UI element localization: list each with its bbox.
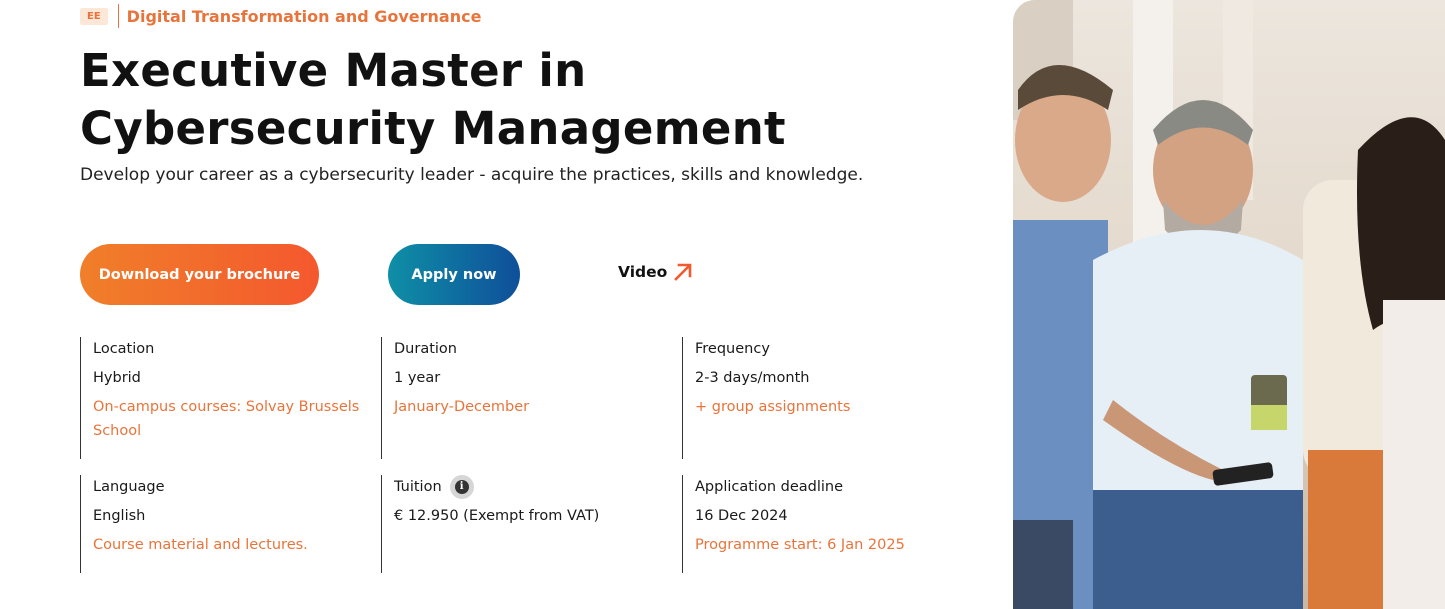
info-deadline-value: 16 Dec 2024 [695, 508, 788, 524]
programme-tag: EE [80, 7, 108, 25]
page-subtitle: Develop your career as a cybersecurity l… [80, 165, 864, 185]
info-location-label: Location [93, 341, 155, 357]
info-icon[interactable]: i [449, 475, 474, 499]
info-deadline: Application deadline 16 Dec 2024 Program… [682, 475, 983, 573]
programme-info-grid: Location Hybrid On-campus courses: Solva… [80, 337, 985, 573]
info-language-label: Language [93, 479, 165, 495]
info-location: Location Hybrid On-campus courses: Solva… [80, 337, 381, 459]
info-language: Language English Course material and lec… [80, 475, 381, 573]
info-frequency-note: + group assignments [695, 399, 851, 415]
apply-now-button[interactable]: Apply now [388, 244, 520, 305]
page-title: Executive Master in Cybersecurity Manage… [80, 44, 786, 155]
breadcrumb: EE Digital Transformation and Governance [80, 4, 481, 28]
info-location-note: On-campus courses: Solvay Brussels Schoo… [93, 399, 360, 439]
info-frequency-value: 2-3 days/month [695, 370, 810, 386]
video-link-label: Video [618, 263, 668, 281]
info-deadline-label: Application deadline [695, 479, 844, 495]
breadcrumb-divider [117, 4, 119, 28]
info-duration-label: Duration [394, 341, 457, 357]
info-duration-note: January-December [394, 399, 530, 415]
info-row: Language English Course material and lec… [80, 475, 985, 573]
download-brochure-button[interactable]: Download your brochure [80, 244, 319, 305]
info-frequency: Frequency 2-3 days/month + group assignm… [682, 337, 983, 459]
info-language-value: English [93, 508, 146, 524]
arrow-up-right-icon [673, 262, 693, 282]
info-icon-glyph: i [454, 480, 469, 494]
hero-photo [1013, 0, 1445, 609]
info-duration-value: 1 year [394, 370, 441, 386]
info-tuition-label: Tuition [394, 479, 442, 495]
info-row: Location Hybrid On-campus courses: Solva… [80, 337, 985, 459]
info-duration: Duration 1 year January-December [381, 337, 682, 459]
info-tuition-value: € 12.950 (Exempt from VAT) [394, 508, 600, 524]
video-link[interactable]: Video [618, 262, 693, 282]
info-tuition: Tuition i € 12.950 (Exempt from VAT) [381, 475, 682, 573]
info-location-value: Hybrid [93, 370, 141, 386]
info-language-note: Course material and lectures. [93, 537, 308, 553]
info-frequency-label: Frequency [695, 341, 770, 357]
info-tuition-header: Tuition i [394, 475, 682, 499]
breadcrumb-category-link[interactable]: Digital Transformation and Governance [127, 7, 482, 26]
info-deadline-note: Programme start: 6 Jan 2025 [695, 537, 905, 553]
